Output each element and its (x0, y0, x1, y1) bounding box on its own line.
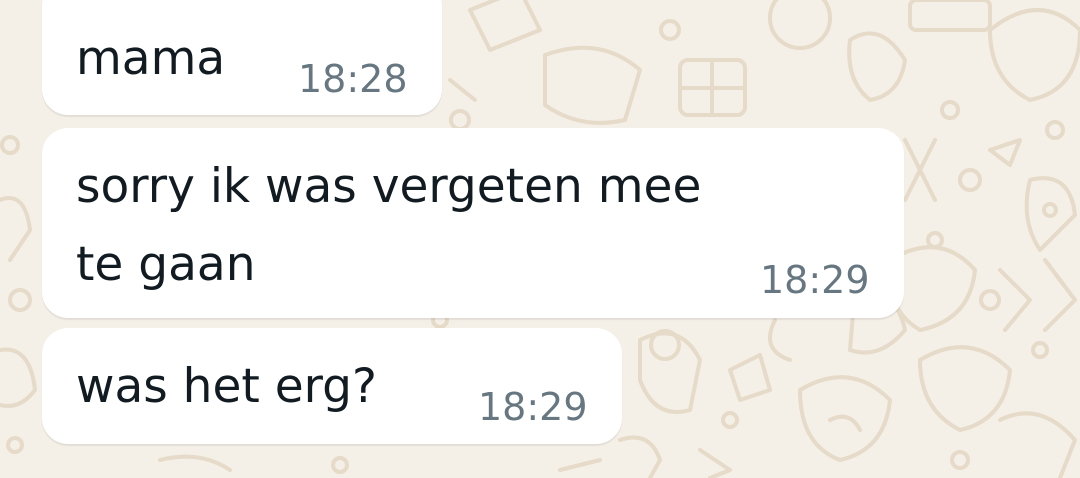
message-text: mama (76, 31, 226, 86)
doodle-person-icon (638, 331, 702, 414)
doodle-circle-icon (768, 0, 832, 50)
doodle-tag-icon (468, 0, 542, 52)
message-timestamp: 18:29 (760, 258, 870, 302)
doodle-flame-icon (847, 31, 907, 102)
message-text: sorry ik was vergeten mee te gaan (76, 148, 701, 304)
doodle-icecream-icon (903, 138, 937, 202)
message-text-line: sorry ik was vergeten mee (76, 159, 702, 214)
message-bubble[interactable]: was het erg? 18:29 (42, 328, 622, 444)
doodle-plane-icon (988, 138, 1022, 167)
doodle-lightning-icon (998, 268, 1032, 332)
message-timestamp: 18:29 (478, 385, 588, 429)
doodle-heart-icon (988, 8, 1080, 102)
doodle-paper-icon (543, 45, 642, 125)
doodle-pin-icon (728, 353, 772, 402)
message-bubble[interactable]: mama 18:28 (42, 0, 442, 115)
doodle-hat-icon (918, 345, 1012, 432)
message-bubble[interactable]: sorry ik was vergeten mee te gaan 18:29 (42, 128, 904, 318)
message-text-line: te gaan (76, 237, 256, 292)
message-text: was het erg? (76, 359, 377, 414)
message-timestamp: 18:28 (298, 57, 408, 101)
